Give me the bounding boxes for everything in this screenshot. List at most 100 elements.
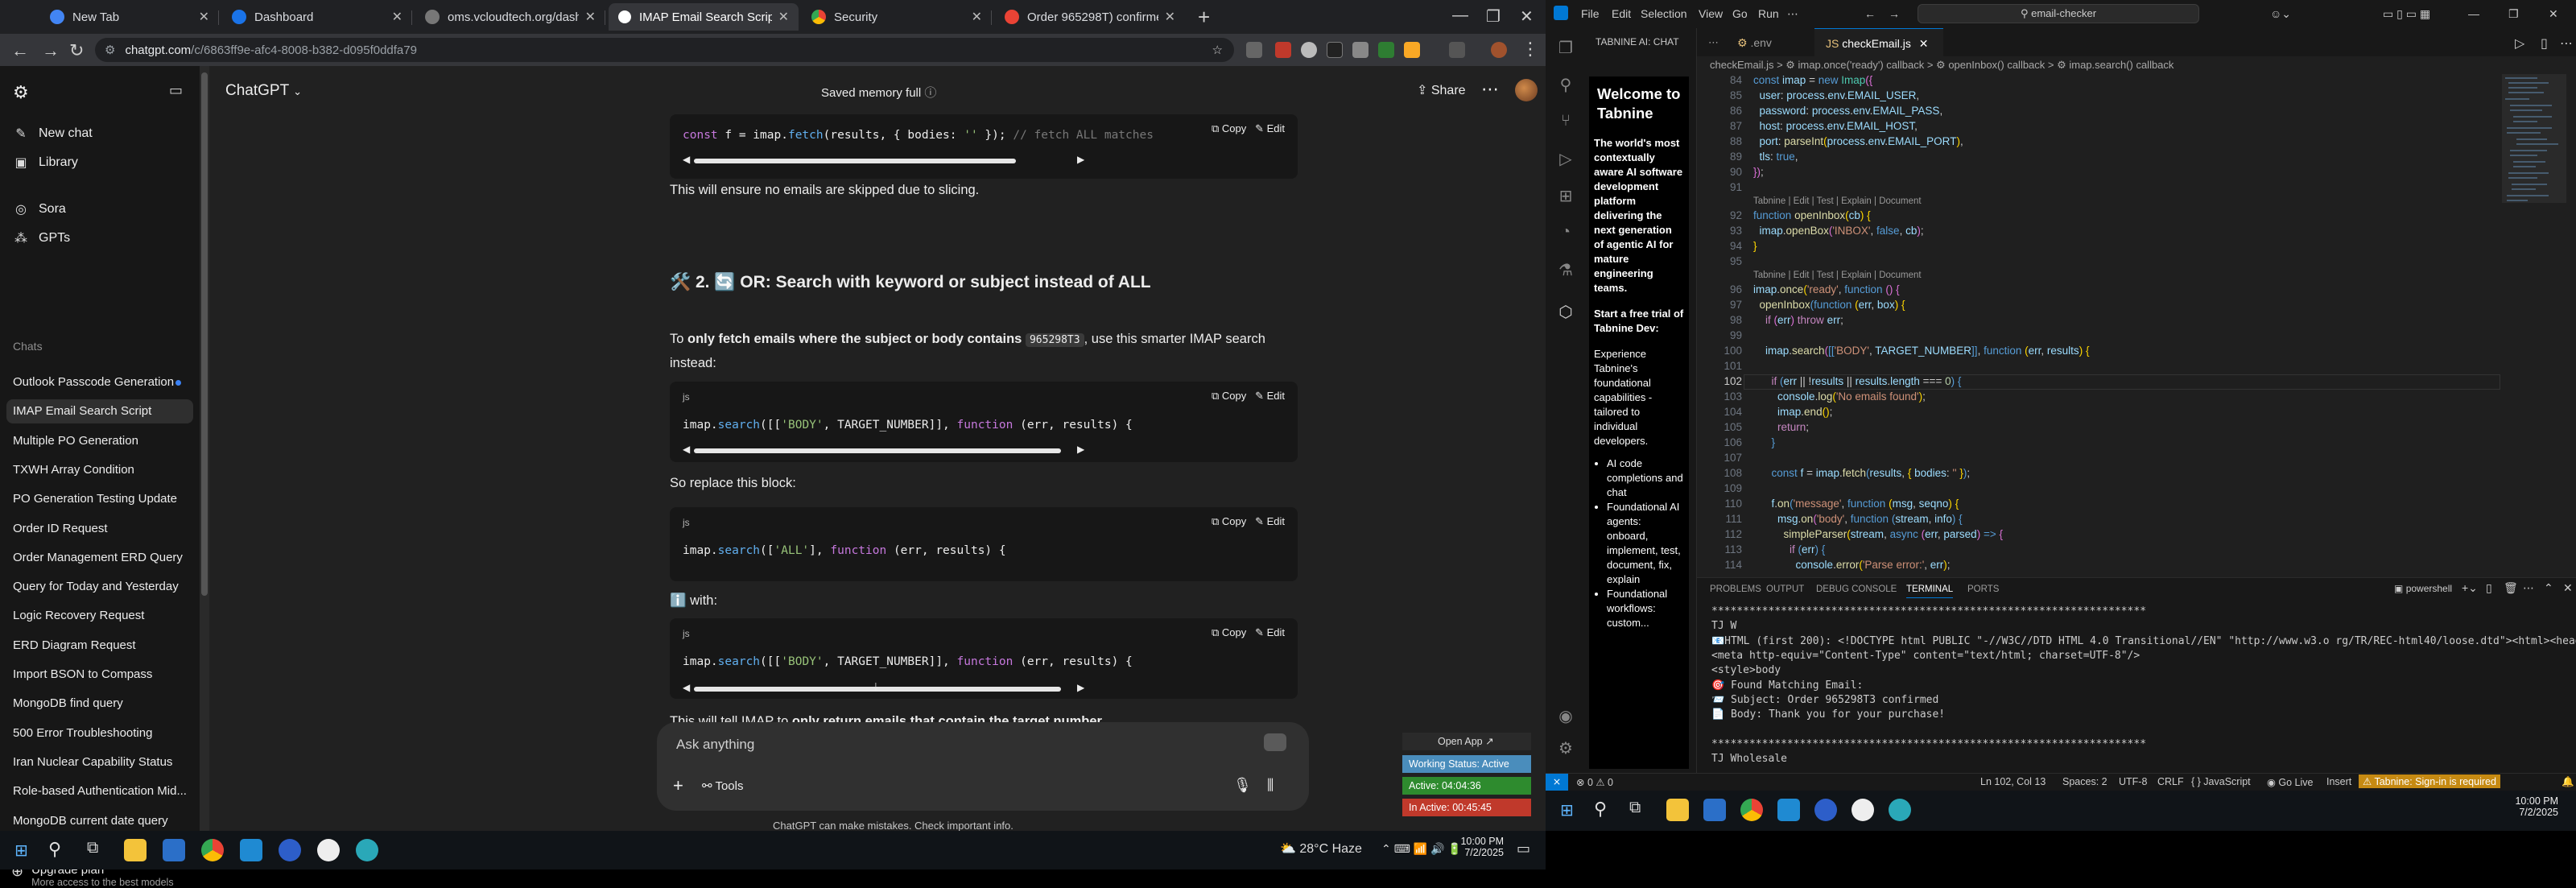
chatgpt-app-icon[interactable] [1852, 799, 1874, 821]
close-window-icon[interactable]: ✕ [1520, 6, 1534, 27]
more-options-icon[interactable]: ⋯ [1481, 79, 1499, 100]
notifications-bell-icon[interactable]: 🔔 [2562, 776, 2574, 788]
codelens[interactable]: Tabnine | Edit | Test | Explain | Docume… [1753, 196, 1922, 206]
edit-button[interactable]: ✎ Edit [1255, 515, 1285, 527]
edit-button[interactable]: ✎ Edit [1255, 626, 1285, 638]
tabnine-status[interactable]: ⚠ Tabnine: Sign-in is required [2359, 774, 2500, 788]
edit-button[interactable]: ✎ Edit [1255, 390, 1285, 402]
sidebar-chat-item[interactable]: Logic Recovery Request [13, 604, 192, 628]
command-center-search[interactable]: ⚲ email-checker [1918, 4, 2199, 23]
gpts-item[interactable]: ⁂ GPTs [13, 230, 70, 246]
breadcrumbs[interactable]: checkEmail.js > ⚙ imap.once('ready') cal… [1697, 56, 2576, 74]
url-field[interactable]: ⚙ chatgpt.com/c/6863ff9e-afc4-8008-b382-… [95, 38, 1234, 62]
split-editor-icon[interactable]: ▯ [2541, 35, 2548, 52]
tab-checkemail[interactable]: JS checkEmail.js ✕ [1814, 28, 1943, 56]
task-view-icon[interactable]: ⧉ [87, 839, 98, 857]
library-item[interactable]: ▣ Library [13, 155, 77, 171]
sidebar-chat-item[interactable]: Query for Today and Yesterday [13, 575, 192, 599]
new-chat-item[interactable]: ✎ New chat [13, 126, 92, 142]
tab-ports[interactable]: PORTS [1967, 584, 1999, 594]
code-editor[interactable]: 84 const imap = new Imap({ 85 user: proce… [1697, 74, 2576, 577]
chrome-icon[interactable] [1740, 799, 1763, 821]
extension-icon[interactable] [1275, 42, 1291, 58]
tray-icons[interactable]: ⌃ ⌨ 📶 🔊 🔋 [1381, 842, 1462, 856]
browser-menu-icon[interactable]: ⋮ [1521, 39, 1539, 60]
sidebar-chat-item[interactable]: ERD Diagram Request [13, 634, 192, 658]
sidebar-chat-item[interactable]: Import BSON to Compass [13, 663, 192, 687]
maximize-icon[interactable]: ❐ [1486, 6, 1501, 27]
sidebar-chat-item[interactable]: Multiple PO Generation [13, 429, 192, 453]
sidebar-chat-item[interactable]: IMAP Email Search Script [6, 399, 193, 424]
windows-start-icon[interactable]: ⊞ [1560, 800, 1574, 820]
testing-icon[interactable]: ⚗ [1557, 260, 1575, 279]
copy-button[interactable]: ⧉ Copy [1212, 122, 1246, 134]
open-app-button[interactable]: Open App ↗ [1402, 733, 1531, 750]
share-button[interactable]: ⇪ Share [1417, 82, 1466, 98]
close-window-icon[interactable]: ✕ [2549, 7, 2558, 21]
terminal-selector[interactable]: ▣ powershell [2394, 583, 2452, 594]
extension-icon[interactable] [1378, 42, 1394, 58]
sidebar-chat-item[interactable]: MongoDB current date query [13, 809, 192, 833]
windows-start-icon[interactable]: ⊞ [14, 841, 28, 861]
browser-tab[interactable]: New Tab ✕ [40, 3, 219, 31]
run-debug-icon[interactable]: ▷ [1557, 149, 1575, 168]
chatgpt-app-icon[interactable] [317, 839, 340, 861]
profile-avatar-icon[interactable] [1491, 42, 1507, 58]
close-tab-icon[interactable]: ✕ [1919, 37, 1929, 50]
menu-go[interactable]: Go [1732, 7, 1748, 20]
close-tab-icon[interactable]: ✕ [1165, 9, 1175, 25]
menu-file[interactable]: File [1581, 7, 1600, 20]
extension-icon[interactable] [1404, 42, 1420, 58]
forward-icon[interactable]: → [1889, 7, 1900, 20]
store-icon[interactable] [163, 839, 185, 861]
clock[interactable]: 10:00 PM 7/2/2025 [2512, 795, 2558, 818]
microphone-icon[interactable]: 🎙 [1233, 777, 1252, 794]
close-tab-icon[interactable]: ✕ [199, 9, 209, 25]
run-icon[interactable]: ▷ [2515, 35, 2524, 52]
memory-status[interactable]: Saved memory full ⓘ [821, 84, 936, 101]
sidebar-chat-item[interactable]: Order Management ERD Query [13, 546, 192, 570]
panel-more-icon[interactable]: ⋯ [2523, 581, 2534, 595]
back-icon[interactable]: ← [1864, 7, 1876, 20]
browser-tab-active[interactable]: IMAP Email Search Script ✕ [609, 3, 799, 31]
tab-problems[interactable]: PROBLEMS [1710, 584, 1761, 594]
extensions-icon[interactable]: ⊞ [1557, 186, 1575, 205]
close-tab-icon[interactable]: ✕ [778, 9, 789, 25]
task-view-icon[interactable]: ⧉ [1629, 799, 1641, 817]
app-icon[interactable] [1889, 799, 1911, 821]
minimap[interactable] [2502, 74, 2566, 577]
sidebar-chat-item[interactable]: 500 Error Troubleshooting [13, 721, 192, 746]
reload-icon[interactable]: ↻ [69, 40, 84, 61]
copy-button[interactable]: ⧉ Copy [1212, 515, 1246, 527]
menu-more-icon[interactable]: ⋯ [1787, 7, 1798, 21]
tab-env[interactable]: ⚙ .env [1726, 28, 1814, 56]
file-explorer-icon[interactable] [1666, 799, 1689, 821]
close-tab-icon[interactable]: ✕ [392, 9, 402, 25]
bookmark-star-icon[interactable]: ☆ [1212, 43, 1223, 57]
minimize-icon[interactable]: — [2468, 7, 2479, 20]
sidebar-chat-item[interactable]: TXWH Array Condition [13, 458, 192, 482]
code-scrollbar[interactable]: ◀ ▶ [683, 682, 1285, 694]
copy-button[interactable]: ⧉ Copy [1212, 390, 1246, 402]
sidebar-scrollbar[interactable] [200, 66, 209, 831]
new-terminal-icon[interactable]: +⌄ [2462, 581, 2478, 595]
indentation[interactable]: Spaces: 2 [2062, 776, 2107, 787]
scroll-down-icon[interactable]: ↓ [873, 679, 879, 694]
browser-tab[interactable]: oms.vcloudtech.org/dashboard ✕ [415, 3, 605, 31]
voice-mode-icon[interactable]: ⫼ [1267, 777, 1274, 794]
maximize-panel-icon[interactable]: ⌃ [2544, 581, 2553, 595]
language-mode[interactable]: { } JavaScript [2191, 776, 2251, 787]
forward-icon[interactable]: → [42, 40, 60, 61]
sidebar-chat-item[interactable]: Order ID Request [13, 517, 192, 541]
tab-debug-console[interactable]: DEBUG CONSOLE [1816, 584, 1897, 594]
extension-icon[interactable] [1327, 42, 1343, 58]
search-icon[interactable]: ⚲ [1557, 75, 1575, 94]
remote-indicator-icon[interactable]: ⨯ [1546, 774, 1568, 791]
search-icon[interactable]: ⚲ [48, 839, 61, 860]
site-info-icon[interactable]: ⚙ [105, 43, 115, 57]
add-icon[interactable]: + [673, 775, 683, 796]
menu-run[interactable]: Run [1758, 7, 1779, 20]
encoding[interactable]: UTF-8 [2119, 776, 2147, 787]
extension-icon[interactable] [1301, 42, 1317, 58]
browser-tab[interactable]: Order 965298T) confirmed - us ✕ [995, 3, 1185, 31]
